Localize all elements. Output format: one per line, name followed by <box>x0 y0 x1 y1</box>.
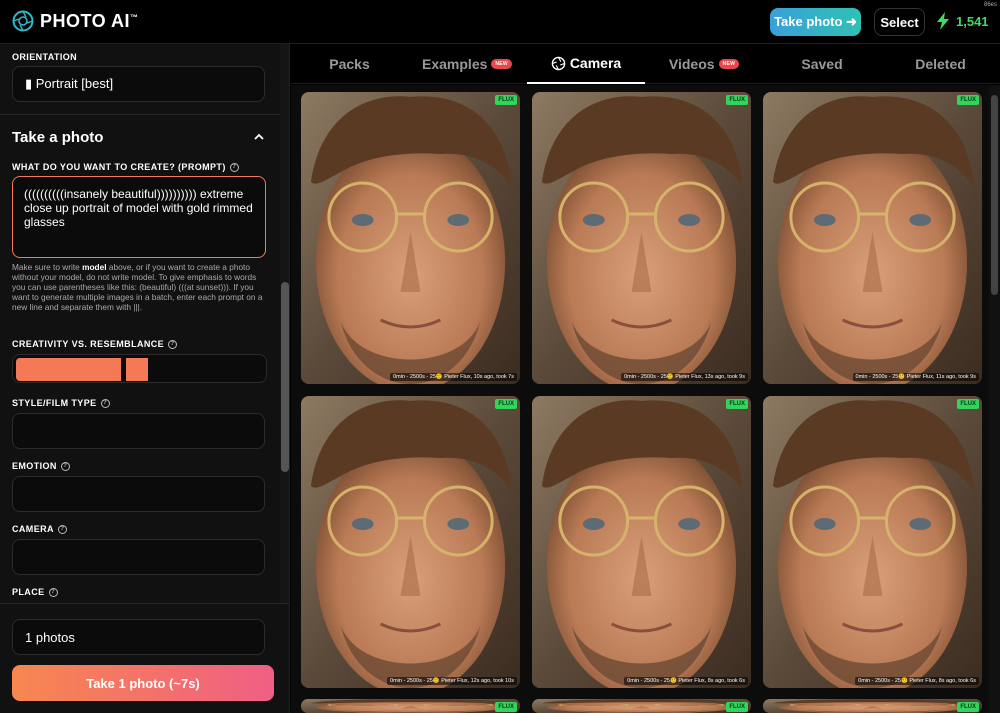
prompt-textarea[interactable]: ((((((((((insanely beautiful)))))))))) e… <box>12 176 266 258</box>
photos-count-select[interactable]: 1 photos <box>12 619 265 655</box>
tab-camera[interactable]: Camera <box>527 44 645 84</box>
camera-input[interactable] <box>12 539 265 575</box>
aperture-icon <box>551 56 566 70</box>
portrait-image <box>301 396 520 688</box>
style-label: STYLE/FILM TYPE ? <box>12 398 110 408</box>
scrollbar-thumb[interactable] <box>991 95 998 295</box>
slider-fill <box>16 358 121 381</box>
flux-badge: FLUX <box>726 399 748 409</box>
style-input[interactable] <box>12 413 265 449</box>
logo-icon <box>12 10 34 32</box>
flux-badge: FLUX <box>495 95 517 105</box>
photo-card[interactable]: FLUX 0min - 2500s - 25🤨 Pieter Flux, 12s … <box>301 396 520 688</box>
slider-handle[interactable] <box>126 358 148 381</box>
photo-card[interactable]: FLUX 0min - 2500s - 25🤨 Pieter Flux, 13s … <box>532 92 751 384</box>
help-icon[interactable]: ? <box>100 398 110 408</box>
flux-badge: FLUX <box>957 399 979 409</box>
take-photo-button[interactable]: Take photo ➜ <box>770 8 861 36</box>
photo-card[interactable]: FLUX 0min - 2500s - 25🤨 Pieter Flux, 11s … <box>763 92 982 384</box>
tab-bar: Packs Examples NEW Camera Videos NEW Saved… <box>291 44 1000 84</box>
flux-badge: FLUX <box>726 95 748 105</box>
chevron-up-icon[interactable] <box>254 132 264 142</box>
prompt-help-text: Make sure to write model above, or if yo… <box>12 262 263 312</box>
new-badge: NEW <box>491 59 512 69</box>
portrait-image <box>532 699 751 713</box>
camera-label: CAMERA ? <box>12 524 67 534</box>
logo[interactable]: PHOTO AI™ <box>12 10 139 32</box>
flux-badge: FLUX <box>495 399 517 409</box>
help-icon[interactable]: ? <box>229 162 239 172</box>
place-label: PLACE ? <box>12 587 58 597</box>
flux-badge: FLUX <box>495 702 517 712</box>
sidebar-scrollbar[interactable] <box>280 44 289 604</box>
creativity-label: CREATIVITY VS. RESEMBLANCE ? <box>12 339 178 349</box>
flux-badge: FLUX <box>957 95 979 105</box>
portrait-image <box>763 699 982 713</box>
portrait-image <box>301 92 520 384</box>
logo-text: PHOTO AI™ <box>40 10 139 31</box>
divider <box>0 114 280 115</box>
photo-card[interactable]: FLUX 0min - 2500s - 25🤨 Pieter Flux, 8s a… <box>532 396 751 688</box>
photo-card[interactable]: FLUX 0min - 2500s - 25🤨 Pieter Flux, 10s … <box>301 92 520 384</box>
photo-card[interactable]: FLUX 0min - 2500s - 25🤨 Pieter Flux, 8s a… <box>763 396 982 688</box>
photo-caption: 0min - 2500s - 25🤨 Pieter Flux, 10s ago,… <box>390 373 517 381</box>
creativity-slider[interactable] <box>12 354 267 383</box>
photo-caption: 0min - 2500s - 25🤨 Pieter Flux, 8s ago, … <box>855 677 979 685</box>
orientation-select[interactable]: ▮ Portrait [best] <box>12 66 265 102</box>
take-photos-button[interactable]: Take 1 photo (~7s) <box>12 665 274 701</box>
tab-packs[interactable]: Packs <box>291 44 408 84</box>
flux-badge: FLUX <box>957 702 979 712</box>
orientation-label: ORIENTATION <box>12 52 78 62</box>
take-photo-heading: Take a photo <box>12 129 104 146</box>
top-bar: PHOTO AI™ Take photo ➜ Select 1,541 86es <box>0 0 1000 44</box>
photo-caption: 0min - 2500s - 25🤨 Pieter Flux, 11s ago,… <box>852 373 979 381</box>
portrait-image <box>532 396 751 688</box>
help-icon[interactable]: ? <box>60 461 70 471</box>
emotion-input[interactable] <box>12 476 265 512</box>
credits-counter[interactable]: 1,541 <box>936 12 989 30</box>
help-icon[interactable]: ? <box>57 524 67 534</box>
photo-caption: 0min - 2500s - 25🤨 Pieter Flux, 13s ago,… <box>621 373 748 381</box>
flux-badge: FLUX <box>726 702 748 712</box>
photo-card[interactable]: FLUX <box>532 699 751 713</box>
tab-deleted[interactable]: Deleted <box>881 44 1000 84</box>
emotion-label: EMOTION ? <box>12 461 70 471</box>
tab-saved[interactable]: Saved <box>763 44 881 84</box>
photo-caption: 0min - 2500s - 25🤨 Pieter Flux, 8s ago, … <box>624 677 748 685</box>
corner-label: 86es <box>983 2 997 8</box>
photo-card[interactable]: FLUX <box>301 699 520 713</box>
new-badge: NEW <box>718 59 740 69</box>
tab-examples[interactable]: Examples NEW <box>408 44 526 84</box>
credits-value: 1,541 <box>956 13 989 29</box>
portrait-image <box>532 92 751 384</box>
sidebar: ORIENTATION ▮ Portrait [best] Take a pho… <box>0 44 290 713</box>
help-icon[interactable]: ? <box>168 339 178 349</box>
scrollbar-thumb[interactable] <box>281 282 289 472</box>
bolt-icon <box>937 12 949 30</box>
photo-caption: 0min - 2500s - 25🤨 Pieter Flux, 12s ago,… <box>387 677 517 685</box>
help-icon[interactable]: ? <box>48 587 58 597</box>
portrait-image <box>763 92 982 384</box>
photo-card[interactable]: FLUX <box>763 699 982 713</box>
prompt-label: WHAT DO YOU WANT TO CREATE? (PROMPT) ? <box>12 162 239 172</box>
portrait-image <box>763 396 982 688</box>
grid-scrollbar[interactable] <box>989 85 1000 713</box>
select-button[interactable]: Select <box>874 8 925 36</box>
tab-videos[interactable]: Videos NEW <box>645 44 763 84</box>
portrait-image <box>301 699 520 713</box>
